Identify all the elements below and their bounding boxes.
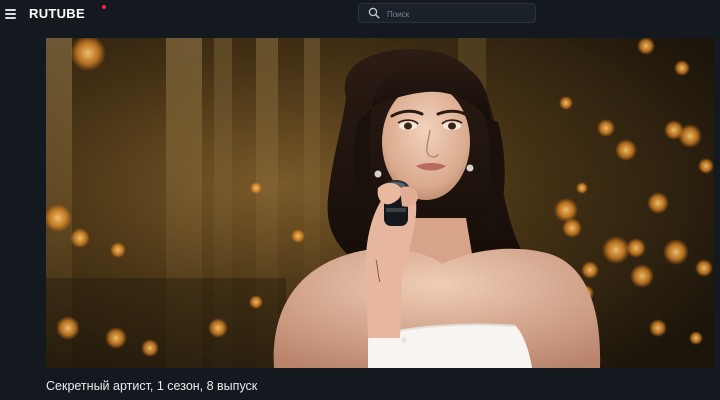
rutube-logo[interactable]: RUTUBE (29, 5, 85, 23)
video-frame-singer (46, 38, 714, 368)
search-input[interactable] (385, 6, 534, 22)
logo-accent-dot (102, 5, 106, 9)
video-player[interactable] (46, 38, 714, 368)
top-bar: RUTUBE (0, 0, 720, 28)
search-icon[interactable] (368, 7, 380, 19)
search-box[interactable] (358, 3, 536, 23)
hamburger-menu-icon[interactable] (4, 6, 18, 20)
video-title[interactable]: Секретный артист, 1 сезон, 8 выпуск (46, 378, 257, 394)
